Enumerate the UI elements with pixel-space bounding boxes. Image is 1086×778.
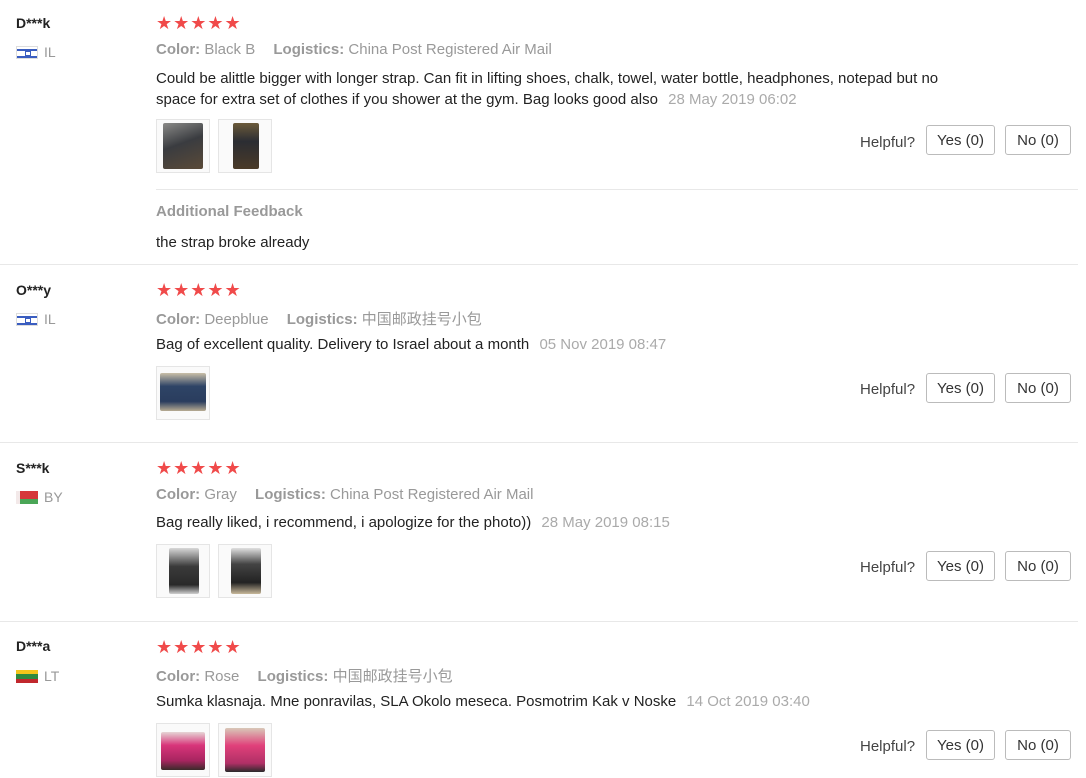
helpful-no-button[interactable]: No (0) [1005,373,1071,403]
review-photo[interactable] [156,544,210,598]
helpful-yes-button[interactable]: Yes (0) [926,125,995,155]
helpful-yes-button[interactable]: Yes (0) [926,373,995,403]
review-body: Bag of excellent quality. Delivery to Is… [156,336,530,353]
israel-flag-icon [16,45,38,59]
color-value: Black B [204,41,256,58]
reviewer-country: IL [16,44,56,60]
helpful-yes-button[interactable]: Yes (0) [926,730,995,760]
review-date: 28 May 2019 06:02 [668,91,797,108]
review-photo[interactable] [156,119,210,173]
reviewer-name: D***k [16,15,51,31]
helpful-label: Helpful? [860,134,916,151]
belarus-flag-icon [16,490,38,504]
helpful-label: Helpful? [860,381,916,398]
logistics-label: Logistics: [273,41,345,58]
country-code: BY [44,489,63,505]
color-value: Deepblue [204,311,269,328]
color-value: Gray [204,486,237,503]
reviewer-country: BY [16,489,63,505]
review-meta: Color: Gray Logistics: China Post Regist… [156,486,533,503]
review-text: Bag really liked, i recommend, i apologi… [156,512,976,533]
review-body: Could be alittle bigger with longer stra… [156,70,939,108]
review-date: 14 Oct 2019 03:40 [686,693,810,710]
color-label: Color: [156,41,201,58]
logistics-value: China Post Registered Air Mail [348,41,552,58]
review-body: Bag really liked, i recommend, i apologi… [156,514,532,531]
review-divider [0,621,1078,622]
review-meta: Color: Deepblue Logistics: 中国邮政挂号小包 [156,308,482,329]
helpful-label: Helpful? [860,559,916,576]
helpful-no-button[interactable]: No (0) [1005,551,1071,581]
country-code: LT [44,668,60,684]
review-photo[interactable] [218,544,272,598]
country-code: IL [44,311,56,327]
helpful-no-button[interactable]: No (0) [1005,730,1071,760]
review-photo[interactable] [156,723,210,777]
helpful-label: Helpful? [860,738,916,755]
logistics-label: Logistics: [257,668,329,685]
divider [156,189,1078,190]
logistics-value: 中国邮政挂号小包 [361,311,482,328]
reviewer-name: D***a [16,638,51,654]
logistics-label: Logistics: [286,311,358,328]
color-label: Color: [156,486,201,503]
reviewer-name: O***y [16,282,52,298]
review-date: 05 Nov 2019 08:47 [539,336,667,353]
helpful-yes-button[interactable]: Yes (0) [926,551,995,581]
reviewer-name: S***k [16,460,50,476]
helpful-no-button[interactable]: No (0) [1005,125,1071,155]
review-text: Bag of excellent quality. Delivery to Is… [156,334,976,355]
review-date: 28 May 2019 08:15 [541,514,670,531]
review-photo[interactable] [218,723,272,777]
review-body: Sumka klasnaja. Mne ponravilas, SLA Okol… [156,693,677,710]
review-photo[interactable] [156,366,210,420]
star-rating: ★★★★★ [156,280,242,300]
review-meta: Color: Rose Logistics: 中国邮政挂号小包 [156,665,453,686]
review-photo[interactable] [218,119,272,173]
lithuania-flag-icon [16,669,38,683]
additional-feedback-title: Additional Feedback [156,203,303,220]
review-text: Could be alittle bigger with longer stra… [156,68,976,110]
review-meta: Color: Black B Logistics: China Post Reg… [156,41,552,58]
review-divider [0,264,1078,265]
color-value: Rose [204,668,240,685]
reviewer-country: LT [16,668,59,684]
additional-feedback-text: the strap broke already [156,234,310,251]
reviewer-country: IL [16,311,56,327]
logistics-value: China Post Registered Air Mail [330,486,534,503]
star-rating: ★★★★★ [156,13,242,33]
star-rating: ★★★★★ [156,637,242,657]
logistics-value: 中国邮政挂号小包 [332,668,453,685]
logistics-label: Logistics: [255,486,326,503]
color-label: Color: [156,668,201,685]
israel-flag-icon [16,312,38,326]
color-label: Color: [156,311,201,328]
star-rating: ★★★★★ [156,458,242,478]
country-code: IL [44,44,56,60]
review-divider [0,442,1078,443]
review-text: Sumka klasnaja. Mne ponravilas, SLA Okol… [156,691,976,712]
